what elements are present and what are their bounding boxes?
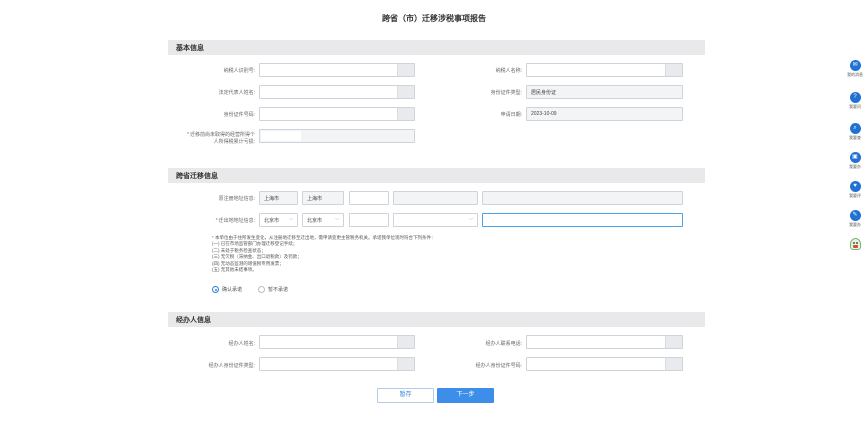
next-step-button[interactable]: 下一步 — [437, 388, 494, 403]
field-addon — [397, 336, 414, 348]
heart-icon: ♥ — [849, 181, 861, 192]
agent-name-field[interactable] — [259, 335, 415, 349]
rail-item-ask[interactable]: ? 我要问 — [842, 92, 868, 110]
rail-item-messages[interactable]: ✉ 我的消息 — [842, 60, 868, 78]
id-number-field[interactable] — [259, 107, 415, 121]
income-loss-field[interactable] — [259, 129, 415, 143]
taxpayer-id-field[interactable] — [259, 63, 415, 77]
origin-address-label: 原注册地址信息: — [218, 196, 255, 202]
agent-name-label: 经办人姓名: — [228, 341, 255, 347]
field-addon — [665, 336, 682, 348]
save-draft-button[interactable]: 暂存 — [377, 388, 434, 403]
confirm-radio-label[interactable]: 确认承诺 — [222, 286, 242, 293]
id-type-label: 身份证件类型: — [490, 90, 522, 96]
section-agent-info: 经办人信息 — [168, 312, 705, 327]
id-number-label: 身份证件号码: — [223, 112, 255, 118]
dest-detail-input[interactable] — [482, 213, 683, 227]
field-addon — [397, 64, 414, 76]
origin-city-field: 上海市 — [302, 191, 344, 205]
agent-id-type-label: 经办人身份证件类型: — [208, 363, 255, 369]
dest-district-select[interactable] — [349, 213, 389, 227]
section-migration-info: 跨省迁移信息 — [168, 168, 705, 183]
origin-province-field: 上海市 — [259, 191, 298, 205]
confirm-radio[interactable] — [212, 286, 219, 293]
taxpayer-name-field[interactable] — [526, 63, 683, 77]
legal-rep-label: 法定代表人姓名: — [218, 90, 255, 96]
dest-province-select[interactable]: 北京市 ⌵ — [259, 213, 298, 227]
section-title: 跨省迁移信息 — [176, 173, 218, 180]
origin-district-field — [349, 191, 389, 205]
chevron-down-icon: ⌵ — [469, 216, 473, 222]
agent-phone-field[interactable] — [526, 335, 683, 349]
agent-id-type-field[interactable] — [259, 357, 415, 371]
section-title: 基本信息 — [176, 45, 204, 52]
legal-rep-field[interactable] — [259, 85, 415, 99]
id-type-field: 居民身份证 — [526, 85, 683, 99]
rail-item-search[interactable]: ⌕ 我要查 — [842, 123, 868, 141]
chevron-down-icon: ⌵ — [289, 216, 293, 222]
calendar-icon: ▣ — [849, 152, 861, 163]
commitment-radio-group: 确认承诺 暂不承诺 — [212, 286, 288, 293]
search-icon: ⌕ — [849, 123, 861, 134]
deny-radio-label[interactable]: 暂不承诺 — [268, 286, 288, 293]
rail-item-handle[interactable]: ▣ 我要办 — [842, 152, 868, 170]
taxpayer-name-label: 纳税人名称: — [495, 68, 522, 74]
commitment-notice: * 本单位由于住所发生变化，从注册地迁移至迁出地，需申请变更主管税务机关。承诺我… — [212, 235, 436, 273]
page-title: 跨省（市）迁移涉税事项报告 — [382, 14, 486, 23]
agent-id-number-label: 经办人身份证件号码: — [475, 363, 522, 369]
chevron-down-icon: ⌵ — [335, 216, 339, 222]
income-loss-label: *迁移前尚未取得的经营所得个 人所得税累计亏损: — [187, 132, 255, 145]
field-addon — [665, 358, 682, 370]
apply-date-field: 2023-10-09 — [526, 107, 683, 121]
agent-phone-label: 经办人联系电话: — [485, 341, 522, 347]
origin-street-field — [393, 191, 478, 205]
dest-city-select[interactable]: 北京市 ⌵ — [302, 213, 344, 227]
taxpayer-id-label: 纳税人识别号: — [223, 68, 255, 74]
deny-radio[interactable] — [258, 286, 266, 293]
dest-address-label: *迁出地地址信息: — [215, 218, 255, 224]
question-icon: ? — [849, 92, 861, 103]
apply-date-label: 申请日期: — [500, 112, 522, 118]
rail-item-evaluate[interactable]: ♥ 我要评 — [842, 181, 868, 199]
field-addon — [397, 108, 414, 120]
rail-item-assistant[interactable] — [842, 238, 868, 250]
field-addon — [665, 64, 682, 76]
field-addon — [397, 86, 414, 98]
message-icon: ✉ — [849, 60, 861, 71]
rail-item-do[interactable]: ✎ 我要办 — [842, 210, 868, 228]
assistant-robot-icon — [849, 238, 861, 250]
field-addon — [397, 358, 414, 370]
section-basic-info: 基本信息 — [168, 40, 705, 55]
agent-id-number-field[interactable] — [526, 357, 683, 371]
section-title: 经办人信息 — [176, 317, 211, 324]
dest-street-select[interactable]: ⌵ — [393, 213, 478, 227]
origin-detail-field — [482, 191, 683, 205]
pen-icon: ✎ — [849, 210, 861, 221]
